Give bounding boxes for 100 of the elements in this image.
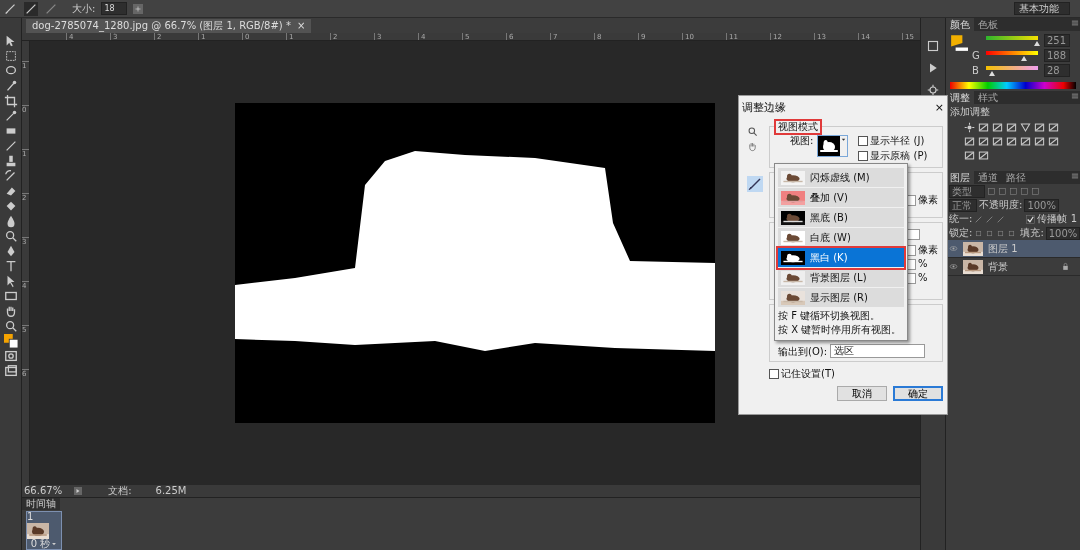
crop-icon[interactable] [3,94,18,108]
value-field[interactable]: 28 [1044,64,1070,77]
hint-text: 按 X 键暂时停用所有视图。 [778,324,903,336]
layer-name: 图层 1 [988,242,1019,255]
view-mode-menu[interactable]: 闪烁虚线 (M) 叠加 (V) 黑底 (B) 白底 (W) 黑白 (K) 背景图层 (L) 显示图层 (R) 按 F 键循环切换视图。 按 X 键暂时停用所有视图。 [774,163,908,341]
value-field[interactable]: 188 [1044,49,1070,62]
menu-item[interactable]: 闪烁虚线 (M) [778,168,904,188]
hint-text: 按 F 键循环切换视图。 [778,310,882,322]
output-label: 输出到(O): [778,346,828,358]
checkbox-label: 记住设置(T) [781,368,835,380]
opacity-field[interactable]: 100% [1024,198,1059,212]
unify-label: 统一: [949,213,973,225]
marquee-icon[interactable] [3,49,18,63]
gear-icon[interactable] [927,84,939,96]
zoom-icon[interactable] [747,126,758,137]
output-dropdown[interactable]: 选区 [830,344,926,358]
menu-item-label: 叠加 (V) [810,191,848,204]
size-field[interactable]: 18 [101,2,128,15]
slider-thumb[interactable] [988,70,995,76]
menu-item-label: 黑白 (K) [810,251,848,264]
menu-item-label: 闪烁虚线 (M) [810,171,870,184]
menu-item-label: 背景图层 (L) [810,271,867,284]
caret-icon[interactable] [840,136,848,143]
checkbox[interactable] [769,369,779,379]
panel-tab[interactable]: 样式 [974,91,1002,104]
opacity-label: 不透明度: [979,199,1023,211]
channel-label: G [972,49,980,62]
menu-item[interactable]: 黑底 (B) [778,208,904,228]
checkbox-label: 显示原稿 (P) [870,150,928,162]
panel-tab[interactable]: 调整 [946,91,974,104]
fill-label: 填充: [1020,227,1044,239]
channel-label: B [972,64,980,77]
magnifier-icon[interactable] [3,229,18,243]
frame-number: 1 [27,512,35,523]
animation-frame[interactable]: 1 0 秒 [26,511,62,550]
menu-item[interactable]: 叠加 (V) [778,188,904,208]
checkbox-label: 显示半径 (J) [870,135,925,147]
color-slider[interactable] [983,35,1041,46]
color-swatches-icon[interactable] [950,34,968,52]
zoom-level: 66.67% [24,485,63,497]
fill-field[interactable]: 100% [1045,226,1080,240]
menu-item[interactable]: 白底 (W) [778,228,904,248]
dialog-title: 调整边缘 [742,100,786,115]
cancel-button[interactable]: 取消 [837,386,887,401]
sun-icon[interactable] [964,122,975,133]
slider-thumb[interactable] [1033,40,1040,46]
blend-mode-dropdown[interactable]: 正常 [949,198,977,212]
ok-button[interactable]: 确定 [893,386,943,401]
checkbox[interactable] [858,151,869,161]
view-dropdown[interactable] [817,135,849,157]
unit-label: % [918,258,929,270]
menu-item[interactable]: 显示图层 (R) [778,288,904,308]
history-brush-icon[interactable] [3,169,18,183]
unit-label: 像素 [918,194,939,206]
play-icon[interactable] [927,62,939,74]
unit-label: 像素 [918,244,939,256]
document-size: 6.25M [155,485,187,497]
close-button[interactable]: × [296,20,306,32]
plus-icon[interactable] [133,3,144,14]
size-label: 大小: [72,2,96,15]
tab-title: dog-2785074_1280.jpg @ 66.7% (图层 1, RGB/8#) * [32,20,291,32]
panel-heading: 添加调整 [949,105,991,119]
panel-tab[interactable]: 色板 [974,18,1002,31]
menu-item[interactable]: 背景图层 (L) [778,268,904,288]
history-icon[interactable] [927,40,939,52]
menu-item-label: 显示图层 (R) [810,291,868,304]
view-label: 视图: [790,135,814,148]
panel-tab[interactable]: 图层 [946,171,974,184]
menu-item[interactable]: 黑白 (K) [778,248,904,268]
panel-tab[interactable]: 时间轴 [22,498,60,510]
color-slider[interactable] [983,50,1041,61]
panel-tab[interactable]: 颜色 [946,18,974,31]
color-spectrum[interactable] [950,82,1076,89]
layer-name: 背景 [988,260,1009,273]
section-legend: 视图模式 [776,121,820,133]
caret-icon[interactable] [51,540,58,547]
slider-thumb[interactable] [1021,55,1028,61]
checkbox[interactable] [858,136,869,146]
filter-dropdown[interactable]: 类型 [949,184,985,198]
quick-mask-icon[interactable] [3,349,18,363]
close-button[interactable]: × [934,100,944,115]
workspace-dropdown[interactable]: 基本功能 [1014,2,1070,15]
zoom-icon[interactable] [3,319,18,333]
checkbox[interactable] [1026,214,1036,224]
document-tab[interactable]: dog-2785074_1280.jpg @ 66.7% (图层 1, RGB/8#) * × [26,19,312,33]
color-slider[interactable] [983,65,1041,76]
value-field[interactable]: 251 [1044,34,1070,47]
arrow-icon[interactable] [74,487,83,495]
rectangle-icon[interactable] [3,289,18,303]
lock-label: 锁定: [949,227,973,239]
menu-item-label: 黑底 (B) [810,211,848,224]
layer-row[interactable]: 图层 1 [946,240,1080,258]
panel-tab[interactable]: 通道 [974,171,1002,184]
screen-mode-icon[interactable] [3,364,18,378]
document-info-label: 文档: [108,485,132,497]
frame-delay[interactable]: 0 秒 [30,538,51,549]
color-swatches-icon[interactable] [3,334,18,348]
menu-item-label: 白底 (W) [810,231,851,244]
triangle-icon[interactable] [1020,122,1031,133]
panel-tab[interactable]: 路径 [1002,171,1030,184]
